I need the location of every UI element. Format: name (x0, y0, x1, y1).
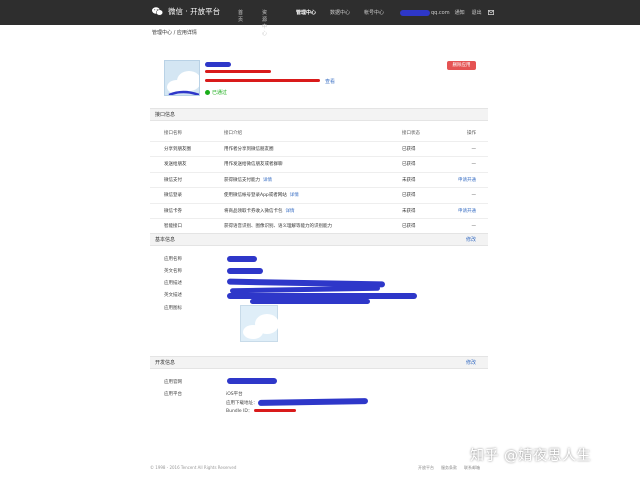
interface-name: 微信登录 (164, 193, 182, 198)
interface-desc-wrap: 获得微信支付能力 详情 (224, 173, 272, 188)
interface-op: — (471, 224, 477, 229)
user-area: qq.com 通知 退出 (400, 9, 494, 16)
interface-status: 已获得 (402, 193, 416, 198)
interface-desc: 使用微信帐号登录App或者网站 (224, 193, 287, 198)
label-english-name: 英文名称 (164, 269, 182, 274)
status-badge: 已通过 (205, 89, 227, 96)
table-row: 发送给朋友 用作发送给微信朋友或者群聊 已获得 — (150, 157, 488, 173)
interface-op: — (471, 193, 477, 198)
section-basic-header: 基本信息 修改 (150, 233, 488, 246)
label-app-icon: 应用图标 (164, 306, 182, 311)
app-icon-thumbnail (240, 305, 279, 342)
label-app-name: 应用名称 (164, 257, 182, 262)
detail-link[interactable]: 详情 (290, 193, 299, 198)
label-app-website: 应用官网 (164, 380, 182, 385)
label-english-desc: 英文描述 (164, 293, 182, 298)
interface-op: — (471, 162, 477, 167)
detail-link[interactable]: 详情 (263, 178, 272, 183)
app-icon-image (243, 314, 279, 339)
interface-op: — (471, 146, 477, 152)
interfaces-table: 接口名称 接口介绍 接口状态 操作 分享到朋友圈 用作者分享到微信朋友圈 已获得… (150, 126, 488, 235)
interface-desc: 将商品领取卡券收入微信卡包 (224, 208, 283, 214)
redacted-value (250, 299, 370, 304)
app-icon-image (165, 61, 199, 95)
top-nav-bar: 微信 · 开放平台 首页 资源中心 管理中心 数据中心 帐号中心 qq.com … (0, 0, 640, 37)
view-secret-link[interactable]: 查看 (325, 78, 335, 85)
interface-status: 未获得 (402, 208, 416, 214)
nav-item-home[interactable]: 首页 (238, 9, 243, 23)
interface-desc: 用作者分享到微信朋友圈 (224, 146, 274, 152)
wechat-logo-icon (152, 7, 163, 16)
section-dev-header: 开发信息 修改 (150, 356, 488, 369)
interface-status: 已获得 (402, 146, 416, 152)
edit-basic-link[interactable]: 修改 (466, 234, 476, 246)
redacted-email (400, 9, 430, 16)
interface-desc: 用作发送给微信朋友或者群聊 (224, 162, 283, 167)
zhihu-watermark: 知乎 @婧夜思人生 (470, 448, 591, 464)
footer-link[interactable]: 开放平台 (418, 465, 434, 471)
table-row: 微信支付 获得微信支付能力 详情 未获得 申请开通 (150, 173, 488, 188)
table-row: 微信登录 使用微信帐号登录App或者网站 详情 已获得 — (150, 188, 488, 204)
table-header-row: 接口名称 接口介绍 接口状态 操作 (150, 126, 488, 142)
interface-desc-wrap: 将商品领取卡券收入微信卡包 详情 (224, 204, 295, 219)
redacted-value (257, 398, 369, 406)
interface-name: 智能接口 (164, 224, 182, 229)
interface-desc: 获得语音识别、图像识别、语义理解等能力的识别能力 (224, 224, 332, 229)
interface-name: 发送给朋友 (164, 162, 187, 167)
interface-name: 微信卡券 (164, 208, 182, 214)
detail-link[interactable]: 详情 (286, 209, 295, 214)
nav-item-data[interactable]: 数据中心 (330, 9, 350, 16)
redacted-value (227, 256, 257, 262)
redacted-value (254, 409, 296, 412)
footer-link[interactable]: 联系邮箱 (464, 465, 480, 471)
message-icon[interactable] (487, 10, 494, 15)
breadcrumb: 管理中心 / 应用详情 (152, 30, 197, 36)
redacted-app-name (205, 62, 231, 67)
platform-value: iOS平台 (226, 392, 243, 397)
interface-status: 已获得 (402, 162, 416, 167)
label-app-desc: 应用描述 (164, 281, 182, 286)
col-header: 操作 (467, 131, 476, 136)
app-icon (164, 60, 200, 96)
brand-title: 微信 · 开放平台 (168, 7, 221, 16)
section-title: 基本信息 (155, 237, 176, 243)
notice-link[interactable]: 通知 (455, 9, 465, 16)
redacted-value (227, 378, 277, 384)
nav-item-resources[interactable]: 资源中心 (262, 9, 267, 37)
interface-desc: 获得微信支付能力 (224, 177, 260, 183)
bundle-label: Bundle ID： (226, 409, 253, 414)
table-row: 微信卡券 将商品领取卡券收入微信卡包 详情 未获得 申请开通 (150, 204, 488, 219)
nav-item-account[interactable]: 帐号中心 (364, 9, 384, 16)
interface-status: 已获得 (402, 224, 416, 229)
interface-name: 分享到朋友圈 (164, 146, 191, 152)
user-email-suffix[interactable]: qq.com (431, 10, 450, 16)
interface-desc-wrap: 使用微信帐号登录App或者网站 详情 (224, 188, 299, 203)
redacted-value (227, 268, 263, 274)
section-interfaces-header: 接口信息 (150, 108, 488, 121)
edit-dev-link[interactable]: 修改 (466, 357, 476, 369)
nav-item-management[interactable]: 管理中心 (296, 9, 316, 16)
brand-logo[interactable]: 微信 · 开放平台 (152, 6, 220, 17)
apply-link[interactable]: 申请开通 (458, 204, 476, 219)
status-text: 已通过 (212, 90, 228, 96)
apply-link[interactable]: 申请开通 (458, 173, 476, 188)
interface-status: 未获得 (402, 177, 416, 183)
col-header: 接口介绍 (224, 131, 242, 136)
delete-app-button[interactable]: 删除应用 (447, 61, 476, 70)
interface-name: 微信支付 (164, 177, 182, 183)
section-title: 开发信息 (155, 360, 176, 366)
footer-copyright: © 1998 - 2016 Tencent All Rights Reserve… (150, 465, 237, 470)
table-row: 分享到朋友圈 用作者分享到微信朋友圈 已获得 — (150, 142, 488, 157)
redacted-app-secret (205, 79, 320, 82)
label-app-platform: 应用平台 (164, 392, 182, 397)
section-title: 接口信息 (155, 112, 176, 118)
footer-links: 开放平台 服务条款 联系邮箱 (418, 465, 480, 471)
check-icon (205, 90, 210, 95)
redacted-app-id (205, 70, 271, 73)
footer-link[interactable]: 服务条款 (441, 465, 457, 471)
col-header: 接口名称 (164, 131, 182, 136)
download-label: 应用下载地址： (226, 401, 258, 406)
logout-link[interactable]: 退出 (472, 9, 482, 16)
col-header: 接口状态 (402, 131, 420, 136)
